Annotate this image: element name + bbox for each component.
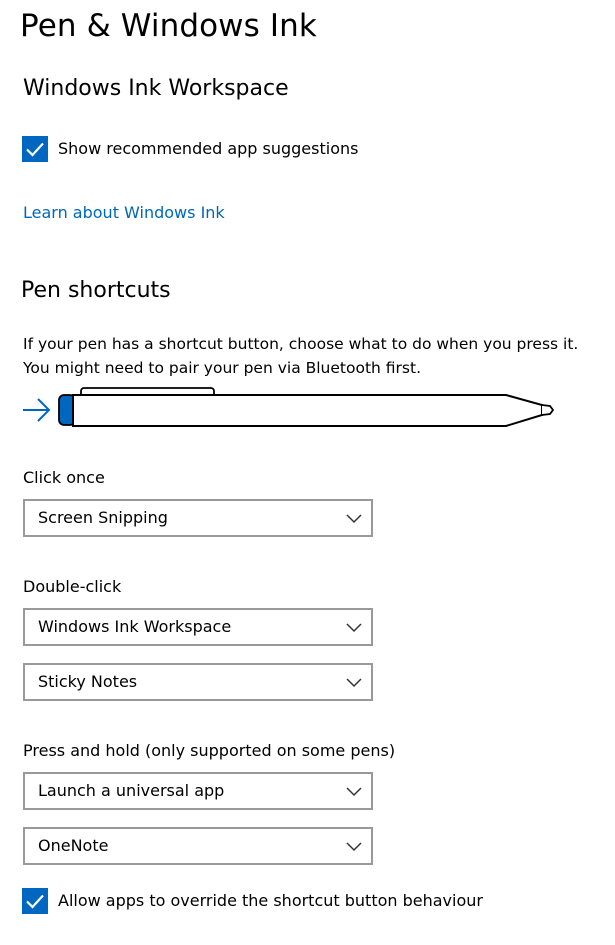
chevron-down-icon xyxy=(346,842,362,852)
override-checkbox[interactable] xyxy=(22,888,48,914)
double-click-app-value: Sticky Notes xyxy=(38,672,138,691)
chevron-down-icon xyxy=(346,623,362,633)
chevron-down-icon xyxy=(346,678,362,688)
press-hold-label: Press and hold (only supported on some p… xyxy=(23,741,396,760)
double-click-dropdown[interactable]: Windows Ink Workspace xyxy=(23,608,373,646)
ink-workspace-heading: Windows Ink Workspace xyxy=(23,76,289,101)
press-hold-dropdown[interactable]: Launch a universal app xyxy=(23,772,373,810)
pen-illustration xyxy=(23,387,555,427)
suggestions-label[interactable]: Show recommended app suggestions xyxy=(58,137,358,161)
press-hold-app-dropdown[interactable]: OneNote xyxy=(23,827,373,865)
checkmark-icon xyxy=(26,894,44,909)
press-hold-value: Launch a universal app xyxy=(38,781,225,800)
shortcut-description-line2: You might need to pair your pen via Blue… xyxy=(23,359,422,377)
double-click-label: Double-click xyxy=(23,577,122,596)
click-once-label: Click once xyxy=(23,468,105,487)
double-click-app-dropdown[interactable]: Sticky Notes xyxy=(23,663,373,701)
page-title: Pen & Windows Ink xyxy=(20,8,317,44)
override-label[interactable]: Allow apps to override the shortcut butt… xyxy=(58,889,483,913)
learn-windows-ink-link[interactable]: Learn about Windows Ink xyxy=(23,201,225,225)
click-once-dropdown[interactable]: Screen Snipping xyxy=(23,499,373,537)
double-click-value: Windows Ink Workspace xyxy=(38,617,232,636)
checkmark-icon xyxy=(26,142,44,157)
shortcut-description-line1: If your pen has a shortcut button, choos… xyxy=(23,335,579,353)
press-hold-app-value: OneNote xyxy=(38,836,109,855)
chevron-down-icon xyxy=(346,787,362,797)
chevron-down-icon xyxy=(346,514,362,524)
pen-shortcuts-heading: Pen shortcuts xyxy=(21,278,171,303)
arrow-right-icon xyxy=(23,398,51,422)
click-once-value: Screen Snipping xyxy=(38,508,168,527)
suggestions-checkbox[interactable] xyxy=(22,136,48,162)
